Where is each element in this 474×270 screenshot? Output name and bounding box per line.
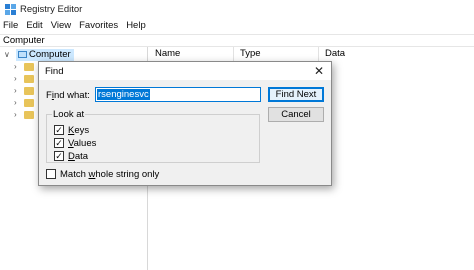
folder-icon bbox=[24, 87, 34, 95]
tree-root-label: Computer bbox=[29, 49, 71, 60]
menu-view[interactable]: View bbox=[47, 19, 75, 33]
cancel-button[interactable]: Cancel bbox=[268, 107, 324, 122]
find-dialog-title: Find bbox=[45, 66, 64, 77]
window-title: Registry Editor bbox=[20, 4, 83, 15]
find-next-button[interactable]: Find Next bbox=[268, 87, 324, 102]
values-checkbox[interactable]: ✓ bbox=[54, 138, 64, 148]
look-at-label: Look at bbox=[52, 109, 86, 120]
match-whole-string-label: Match whole string only bbox=[60, 169, 160, 180]
address-path: Computer bbox=[3, 35, 45, 46]
folder-icon bbox=[24, 75, 34, 83]
tree-root-item[interactable]: Computer bbox=[16, 49, 74, 61]
folder-icon bbox=[24, 111, 34, 119]
find-what-label: Find what: bbox=[46, 90, 90, 101]
find-dialog: Find ✕ Find what: rsenginesvc Find Next … bbox=[38, 61, 332, 186]
chevron-right-icon[interactable]: › bbox=[14, 61, 17, 73]
folder-icon bbox=[24, 99, 34, 107]
chevron-right-icon[interactable]: › bbox=[14, 73, 17, 85]
menu-help[interactable]: Help bbox=[122, 19, 150, 33]
menu-edit[interactable]: Edit bbox=[22, 19, 46, 33]
column-header-name[interactable]: Name bbox=[149, 47, 234, 61]
chevron-right-icon[interactable]: › bbox=[14, 85, 17, 97]
chevron-right-icon[interactable]: › bbox=[14, 97, 17, 109]
close-icon[interactable]: ✕ bbox=[311, 63, 327, 79]
column-header-type[interactable]: Type bbox=[234, 47, 319, 61]
address-bar[interactable]: Computer bbox=[0, 34, 474, 47]
match-whole-string-checkbox[interactable] bbox=[46, 169, 56, 179]
values-label: Values bbox=[68, 138, 97, 149]
menu-bar: File Edit View Favorites Help bbox=[0, 19, 474, 33]
look-at-group: Look at ✓ Keys ✓ Values ✓ Data bbox=[46, 109, 260, 163]
chevron-right-icon[interactable]: › bbox=[14, 109, 17, 121]
registry-editor-icon bbox=[5, 4, 16, 15]
column-header-data[interactable]: Data bbox=[319, 47, 474, 61]
chevron-down-icon[interactable]: ∨ bbox=[4, 49, 10, 61]
find-what-input[interactable]: rsenginesvc bbox=[95, 87, 261, 102]
find-dialog-titlebar[interactable]: Find ✕ bbox=[39, 62, 331, 80]
data-checkbox[interactable]: ✓ bbox=[54, 151, 64, 161]
menu-file[interactable]: File bbox=[0, 19, 22, 33]
folder-icon bbox=[24, 63, 34, 71]
computer-icon bbox=[18, 51, 27, 58]
keys-label: Keys bbox=[68, 125, 90, 136]
tree-root-row[interactable]: ∨ Computer bbox=[0, 49, 148, 61]
title-bar: Registry Editor bbox=[0, 0, 474, 19]
data-label: Data bbox=[68, 151, 89, 162]
menu-favorites[interactable]: Favorites bbox=[75, 19, 122, 33]
find-what-value: rsenginesvc bbox=[97, 89, 150, 100]
keys-checkbox[interactable]: ✓ bbox=[54, 125, 64, 135]
